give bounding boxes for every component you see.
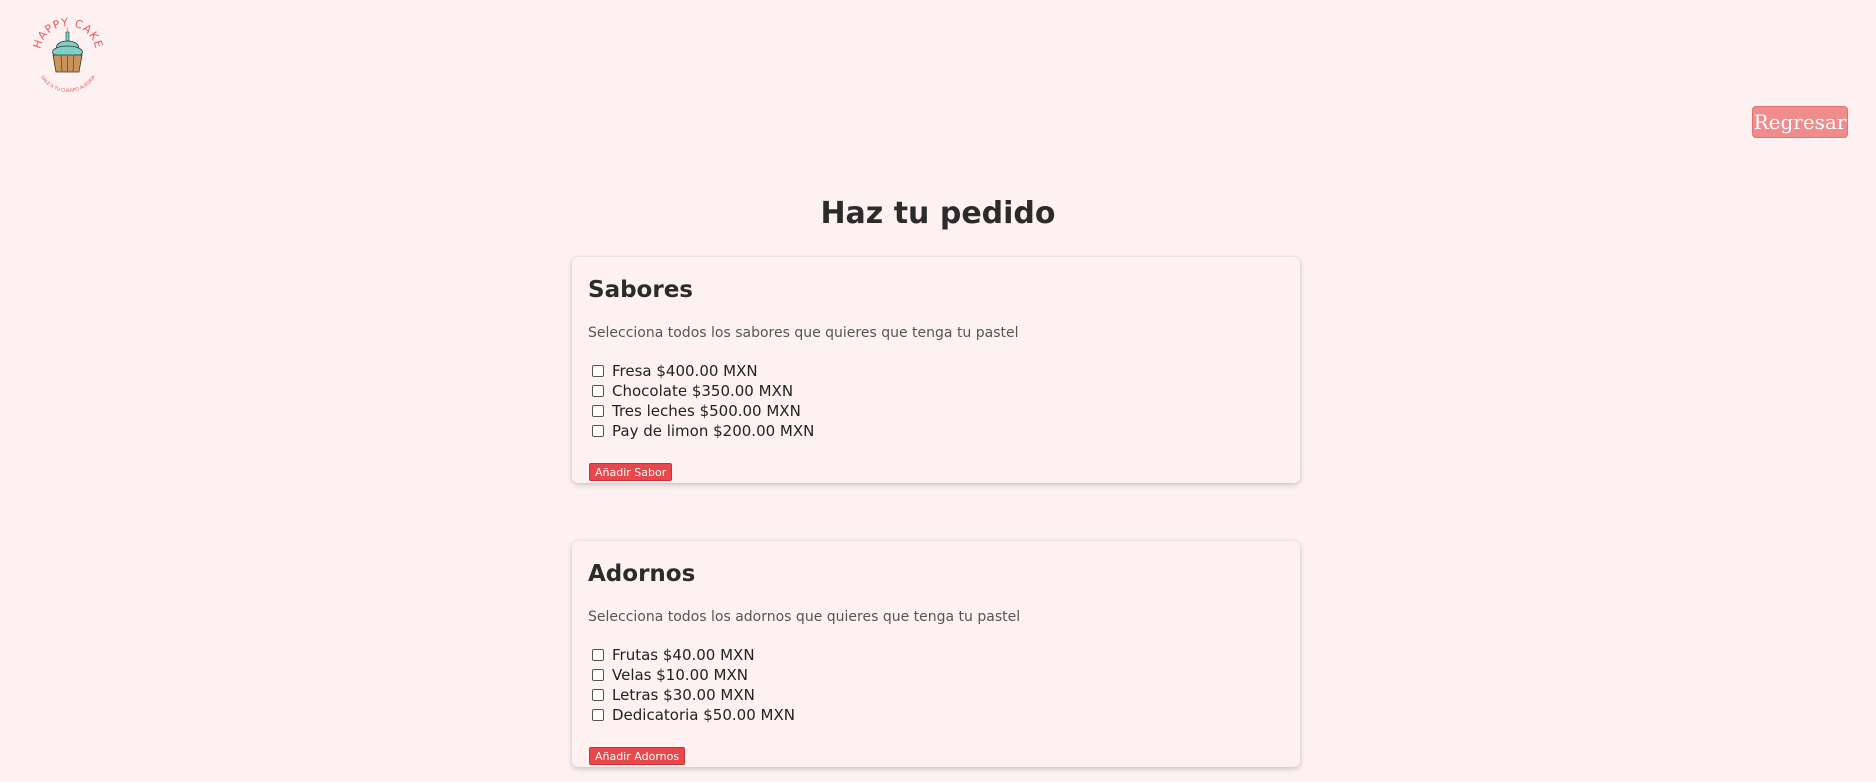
add-adornos-button[interactable]: Añadir Adornos [589,747,686,765]
page-title: Haz tu pedido [820,196,1056,231]
add-sabor-button[interactable]: Añadir Sabor [589,463,673,481]
sabores-card: Sabores Selecciona todos los sabores que… [572,257,1300,483]
sabor-checkbox-fresa[interactable] [592,365,604,377]
adornos-subtitle: Selecciona todos los adornos que quieres… [588,609,1021,625]
sabor-checkbox-chocolate[interactable] [592,385,604,397]
back-button[interactable]: Regresar [1752,106,1848,138]
sabor-option-label: Tres leches $500.00 MXN [612,402,801,420]
cupcake-logo-icon: HAPPY CAKE DALE A TU CUERPO ALEGRÍA [31,16,105,94]
adorno-option-label: Velas $10.00 MXN [612,666,748,684]
adorno-checkbox-dedicatoria[interactable] [592,709,604,721]
adorno-option-label: Letras $30.00 MXN [612,686,755,704]
sabores-title: Sabores [588,277,693,303]
happy-cake-logo[interactable]: HAPPY CAKE DALE A TU CUERPO ALEGRÍA [26,10,110,94]
sabor-option-label: Chocolate $350.00 MXN [612,382,794,400]
adorno-option-letras[interactable]: Letras $30.00 MXN [592,685,795,705]
adorno-checkbox-letras[interactable] [592,689,604,701]
sabor-option-fresa[interactable]: Fresa $400.00 MXN [592,361,814,381]
adornos-card: Adornos Selecciona todos los adornos que… [572,541,1300,767]
adorno-option-label: Dedicatoria $50.00 MXN [612,706,795,724]
adornos-options-list: Frutas $40.00 MXN Velas $10.00 MXN Letra… [592,645,795,725]
svg-text:DALE A TU CUERPO ALEGRÍA: DALE A TU CUERPO ALEGRÍA [39,74,97,94]
sabor-option-pay-de-limon[interactable]: Pay de limon $200.00 MXN [592,421,814,441]
sabor-option-label: Fresa $400.00 MXN [612,362,758,380]
adorno-option-label: Frutas $40.00 MXN [612,646,755,664]
adorno-option-dedicatoria[interactable]: Dedicatoria $50.00 MXN [592,705,795,725]
adorno-option-frutas[interactable]: Frutas $40.00 MXN [592,645,795,665]
adorno-option-velas[interactable]: Velas $10.00 MXN [592,665,795,685]
sabor-option-label: Pay de limon $200.00 MXN [612,422,815,440]
sabor-checkbox-tres-leches[interactable] [592,405,604,417]
adorno-checkbox-velas[interactable] [592,669,604,681]
sabor-option-tres-leches[interactable]: Tres leches $500.00 MXN [592,401,814,421]
sabores-subtitle: Selecciona todos los sabores que quieres… [588,325,1019,341]
page: HAPPY CAKE DALE A TU CUERPO ALEGRÍA Regr… [0,0,1876,782]
sabor-checkbox-pay-de-limon[interactable] [592,425,604,437]
sabores-options-list: Fresa $400.00 MXN Chocolate $350.00 MXN … [592,361,814,441]
adorno-checkbox-frutas[interactable] [592,649,604,661]
sabor-option-chocolate[interactable]: Chocolate $350.00 MXN [592,381,814,401]
adornos-title: Adornos [588,561,696,587]
